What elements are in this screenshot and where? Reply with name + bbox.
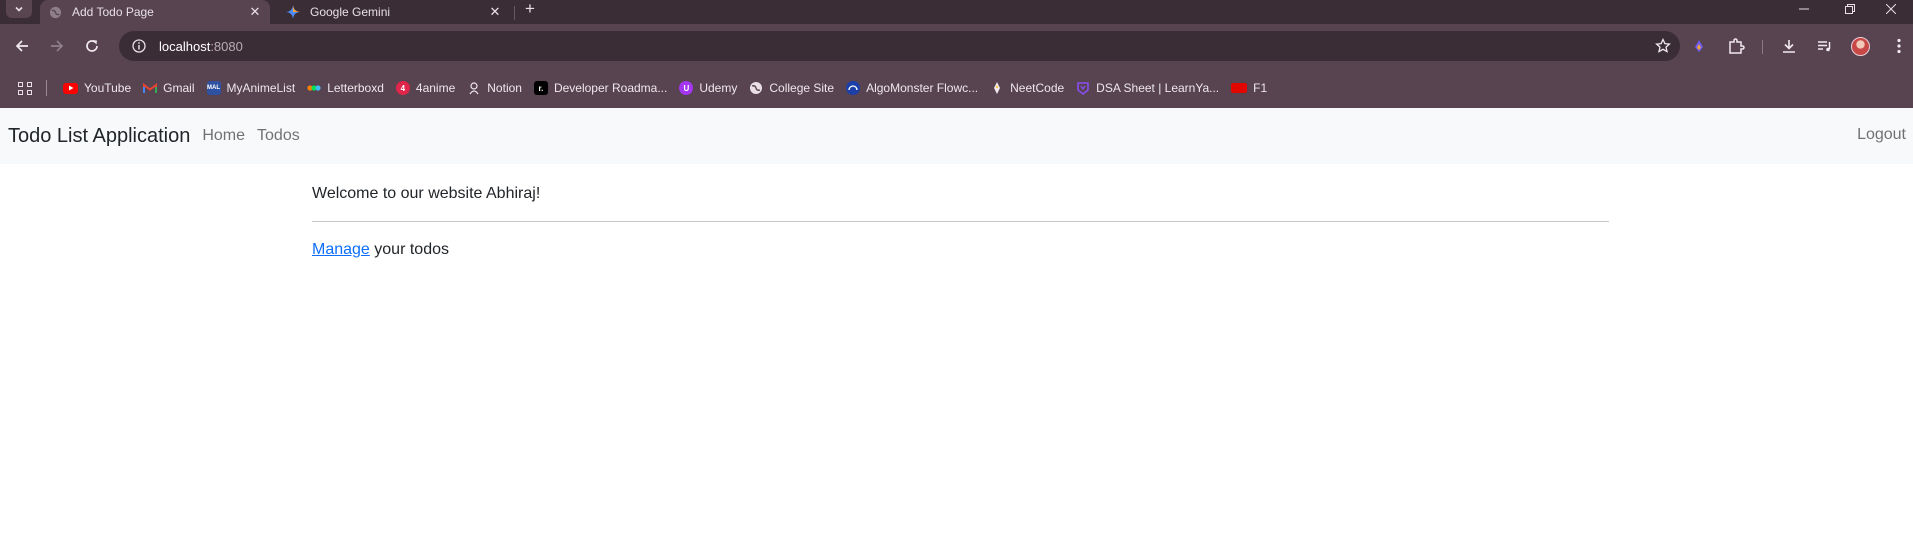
neetcode-icon [990,81,1004,95]
arrow-left-icon [15,40,28,52]
bookmark-star-icon[interactable] [1654,37,1672,55]
gmail-icon [143,81,158,95]
bookmark-label: Udemy [699,81,738,95]
notion-icon [467,81,481,95]
roadmap-icon: r. [533,81,548,95]
tab-search-button[interactable] [6,0,32,18]
nav-todos-link[interactable]: Todos [257,127,300,145]
gemini-extension-icon[interactable] [1689,36,1709,56]
arrow-right-icon [51,40,64,52]
manage-todos-suffix: your todos [369,241,449,258]
bookmark-label: NeetCode [1010,81,1065,95]
address-bar[interactable]: localhost:8080 [119,31,1680,61]
manage-todos-text: Manage your todos [312,241,449,259]
bookmark-youtube[interactable]: YouTube [57,75,137,101]
chevron-down-icon [15,6,23,12]
f1-icon [1231,83,1248,93]
browser-tab-strip: Add Todo Page ✕ Google Gemini ✕ + [0,0,1913,24]
bookmark-f1[interactable]: F1 [1225,75,1273,101]
bookmark-developer-roadmap[interactable]: r. Developer Roadma... [528,75,673,101]
bookmark-notion[interactable]: Notion [461,75,528,101]
app-brand[interactable]: Todo List Application [8,125,190,148]
letterboxd-icon [307,81,321,95]
restore-icon [1845,4,1855,14]
globe-icon [749,81,763,95]
new-tab-button[interactable]: + [519,0,541,18]
welcome-message: Welcome to our website Abhiraj! [312,185,541,202]
bookmark-label: YouTube [84,81,132,95]
bookmark-dsa-sheet[interactable]: DSA Sheet | LearnYa... [1070,75,1225,101]
tab-google-gemini[interactable]: Google Gemini ✕ [278,0,510,24]
url-port: :8080 [210,38,243,54]
bookmark-letterboxd[interactable]: Letterboxd [301,75,390,101]
bookmarks-bar: YouTube Gmail MAL MyAnimeList Letterboxd… [0,68,1913,108]
udemy-icon: U [679,81,694,95]
minimize-window-button[interactable] [1782,0,1826,18]
site-info-icon[interactable] [131,38,147,54]
bookmark-label: Gmail [163,81,195,95]
tab-add-todo-page[interactable]: Add Todo Page ✕ [40,0,270,24]
profile-avatar[interactable] [1851,37,1870,56]
globe-icon [48,5,62,19]
url-text: localhost:8080 [159,39,243,54]
bookmark-label: DSA Sheet | LearnYa... [1096,81,1220,95]
tab-title: Google Gemini [310,5,391,19]
bookmark-separator [46,80,47,96]
youtube-icon [63,82,78,94]
close-window-button[interactable] [1869,0,1913,18]
nav-logout-link[interactable]: Logout [1857,126,1906,144]
toolbar-separator [1762,40,1763,54]
restore-window-button[interactable] [1828,0,1872,18]
learnyard-icon [1076,81,1090,95]
manage-todos-link[interactable]: Manage [312,241,370,258]
back-button[interactable] [8,32,36,60]
bookmark-college-site[interactable]: College Site [743,75,840,101]
bookmark-gmail[interactable]: Gmail [137,75,200,101]
close-tab-icon[interactable]: ✕ [246,3,264,21]
gemini-icon [286,5,300,19]
bookmark-label: Notion [487,81,522,95]
close-icon [1886,4,1896,14]
more-menu-icon[interactable] [1889,36,1909,56]
bookmark-label: Developer Roadma... [553,81,668,95]
tab-title: Add Todo Page [72,5,154,19]
reload-icon [86,40,98,52]
downloads-icon[interactable] [1779,36,1799,56]
bookmark-label: 4anime [415,81,456,95]
divider [312,221,1609,222]
extensions-puzzle-icon[interactable] [1726,36,1746,56]
browser-toolbar: localhost:8080 [0,24,1913,68]
myanimelist-icon: MAL [206,81,221,95]
bookmark-myanimelist[interactable]: MAL MyAnimeList [201,75,302,101]
bookmark-algomonster[interactable]: AlgoMonster Flowc... [840,75,984,101]
apps-grid-icon[interactable] [16,79,34,97]
bookmark-label: College Site [769,81,835,95]
nav-home-link[interactable]: Home [202,127,245,145]
algomonster-icon [846,81,861,95]
media-playlist-icon[interactable] [1815,36,1835,56]
bookmark-udemy[interactable]: U Udemy [673,75,743,101]
reload-button[interactable] [78,32,106,60]
minimize-icon [1799,8,1809,10]
app-navbar: Todo List Application Home Todos Logout [0,108,1913,164]
url-host: localhost [159,38,211,54]
4anime-icon: 4 [395,81,410,95]
bookmark-label: AlgoMonster Flowc... [866,81,979,95]
bookmark-label: Letterboxd [327,81,384,95]
bookmark-label: F1 [1253,81,1268,95]
forward-button[interactable] [43,32,71,60]
bookmark-4anime[interactable]: 4 4anime [390,75,461,101]
bookmark-label: MyAnimeList [226,81,296,95]
bookmark-neetcode[interactable]: NeetCode [984,75,1070,101]
tab-separator [514,6,515,20]
close-tab-icon[interactable]: ✕ [486,3,504,21]
